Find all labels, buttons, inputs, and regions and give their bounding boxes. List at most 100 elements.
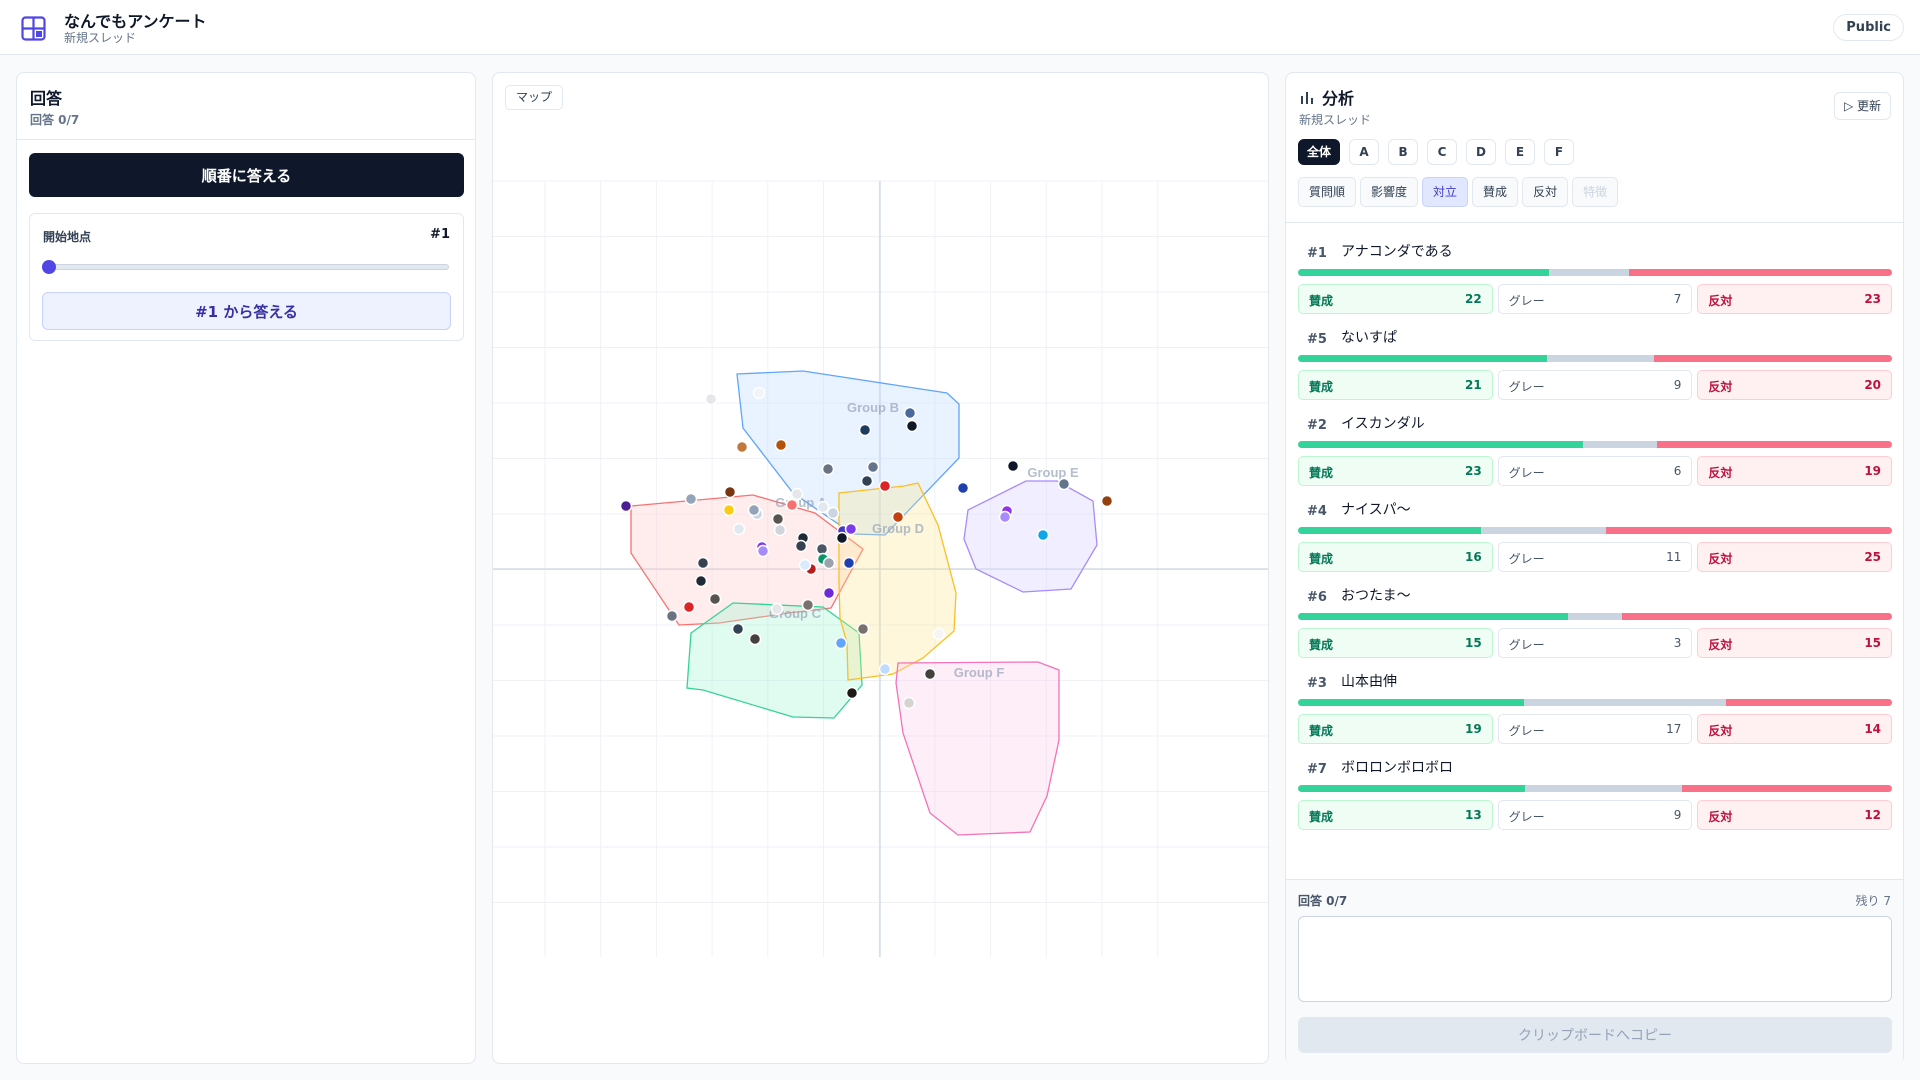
participant-avatar[interactable] (891, 510, 905, 524)
gray-chip[interactable]: グレー 17 (1497, 714, 1693, 744)
participant-avatar[interactable] (878, 479, 892, 493)
participant-avatar[interactable] (816, 500, 830, 514)
agree-chip[interactable]: 賛成 23 (1298, 456, 1493, 486)
participant-avatar[interactable] (905, 419, 919, 433)
participant-avatar[interactable] (723, 485, 737, 499)
sort-tab-agree[interactable]: 賛成 (1472, 177, 1519, 207)
agree-chip[interactable]: 賛成 22 (1298, 284, 1493, 314)
participant-avatar[interactable] (748, 632, 762, 646)
question-item[interactable]: #4 ナイスパ〜 賛成 16 グレー 11 反対 25 (1298, 489, 1893, 575)
participant-avatar[interactable] (856, 622, 870, 636)
start-point-slider[interactable] (46, 264, 449, 270)
question-item[interactable]: #3 山本由伸 賛成 19 グレー 17 反対 14 (1298, 661, 1893, 747)
participant-avatar[interactable] (619, 499, 633, 513)
participant-avatar[interactable] (682, 600, 696, 614)
disagree-chip[interactable]: 反対 20 (1697, 370, 1893, 400)
agree-chip[interactable]: 賛成 19 (1298, 714, 1493, 744)
question-item[interactable]: #5 ないすぱ 賛成 21 グレー 9 反対 20 (1298, 317, 1893, 403)
gray-chip[interactable]: グレー 3 (1497, 628, 1693, 658)
participant-avatar[interactable] (923, 667, 937, 681)
participant-avatar[interactable] (773, 523, 787, 537)
group-tab-f[interactable]: F (1544, 139, 1575, 165)
disagree-chip[interactable]: 反対 19 (1697, 456, 1893, 486)
participant-avatar[interactable] (858, 423, 872, 437)
group-tab-d[interactable]: D (1466, 139, 1497, 165)
sort-tab-conflict[interactable]: 対立 (1422, 177, 1469, 207)
disagree-chip[interactable]: 反対 15 (1697, 628, 1893, 658)
participant-avatar[interactable] (835, 531, 849, 545)
agree-chip[interactable]: 賛成 15 (1298, 628, 1493, 658)
group-tab-c[interactable]: C (1427, 139, 1458, 165)
disagree-chip[interactable]: 反対 12 (1697, 800, 1893, 830)
group-tab-b[interactable]: B (1388, 139, 1419, 165)
participant-avatar[interactable] (998, 510, 1012, 524)
participant-avatar[interactable] (756, 544, 770, 558)
question-item[interactable]: #6 おつたま〜 賛成 15 グレー 3 反対 15 (1298, 575, 1893, 661)
participant-avatar[interactable] (696, 556, 710, 570)
participant-avatar[interactable] (731, 622, 745, 636)
participant-avatar[interactable] (902, 696, 916, 710)
question-item[interactable]: #1 アナコンダである 賛成 22 グレー 7 反対 23 (1298, 231, 1893, 317)
agree-chip[interactable]: 賛成 16 (1298, 542, 1493, 572)
sort-tab-impact[interactable]: 影響度 (1360, 177, 1419, 207)
participant-avatar[interactable] (752, 386, 766, 400)
visibility-badge[interactable]: Public (1833, 14, 1904, 41)
answer-output-textarea[interactable] (1298, 916, 1892, 1002)
participant-avatar[interactable] (774, 438, 788, 452)
participant-avatar[interactable] (735, 440, 749, 454)
agree-chip[interactable]: 賛成 13 (1298, 800, 1493, 830)
participant-avatar[interactable] (878, 662, 892, 676)
participant-avatar[interactable] (665, 609, 679, 623)
participant-avatar[interactable] (790, 487, 804, 501)
sort-tab-question-order[interactable]: 質問順 (1298, 177, 1357, 207)
participant-avatar[interactable] (844, 522, 858, 536)
participant-avatar[interactable] (821, 462, 835, 476)
answer-from-button[interactable]: #1 から答える (42, 292, 451, 330)
agree-chip[interactable]: 賛成 21 (1298, 370, 1493, 400)
participant-avatar[interactable] (822, 556, 836, 570)
gray-chip[interactable]: グレー 9 (1497, 800, 1693, 830)
group-tab-all[interactable]: 全体 (1298, 139, 1341, 165)
disagree-chip[interactable]: 反対 25 (1697, 542, 1893, 572)
participant-avatar[interactable] (1100, 494, 1114, 508)
gray-chip[interactable]: グレー 11 (1497, 542, 1693, 572)
participant-avatar[interactable] (860, 474, 874, 488)
participant-avatar[interactable] (866, 460, 880, 474)
participant-avatar[interactable] (903, 406, 917, 420)
participant-avatar[interactable] (956, 481, 970, 495)
gray-chip[interactable]: グレー 7 (1497, 284, 1693, 314)
participant-avatar[interactable] (826, 506, 840, 520)
participant-avatar[interactable] (694, 574, 708, 588)
participant-avatar[interactable] (785, 498, 799, 512)
participant-avatar[interactable] (842, 556, 856, 570)
slider-thumb[interactable] (42, 260, 56, 274)
participant-avatar[interactable] (722, 503, 736, 517)
question-item[interactable]: #7 ボロロンボロボロ 賛成 13 グレー 9 反対 12 (1298, 747, 1893, 833)
group-tab-e[interactable]: E (1505, 139, 1536, 165)
question-item[interactable]: #2 イスカンダル 賛成 23 グレー 6 反対 19 (1298, 403, 1893, 489)
participant-avatar[interactable] (732, 522, 746, 536)
refresh-button[interactable]: ▷ 更新 (1833, 92, 1891, 120)
group-tab-a[interactable]: A (1349, 139, 1380, 165)
participant-avatar[interactable] (794, 539, 808, 553)
participant-avatar[interactable] (1057, 477, 1071, 491)
participant-avatar[interactable] (845, 686, 859, 700)
participant-avatar[interactable] (798, 558, 812, 572)
gray-chip[interactable]: グレー 9 (1497, 370, 1693, 400)
participant-avatar[interactable] (704, 392, 718, 406)
participant-avatar[interactable] (801, 598, 815, 612)
participant-avatar[interactable] (822, 586, 836, 600)
opinion-map[interactable]: Group A Group B Group C Group D Group E … (493, 73, 1268, 1063)
participant-avatar[interactable] (932, 627, 946, 641)
participant-avatar[interactable] (1006, 459, 1020, 473)
participant-avatar[interactable] (834, 636, 848, 650)
map-tab[interactable]: マップ (505, 85, 564, 110)
participant-avatar[interactable] (770, 602, 784, 616)
participant-avatar[interactable] (1036, 528, 1050, 542)
participant-avatar[interactable] (747, 503, 761, 517)
participant-avatar[interactable] (684, 492, 698, 506)
gray-chip[interactable]: グレー 6 (1497, 456, 1693, 486)
participant-avatar[interactable] (771, 512, 785, 526)
disagree-chip[interactable]: 反対 14 (1697, 714, 1893, 744)
participant-avatar[interactable] (708, 592, 722, 606)
